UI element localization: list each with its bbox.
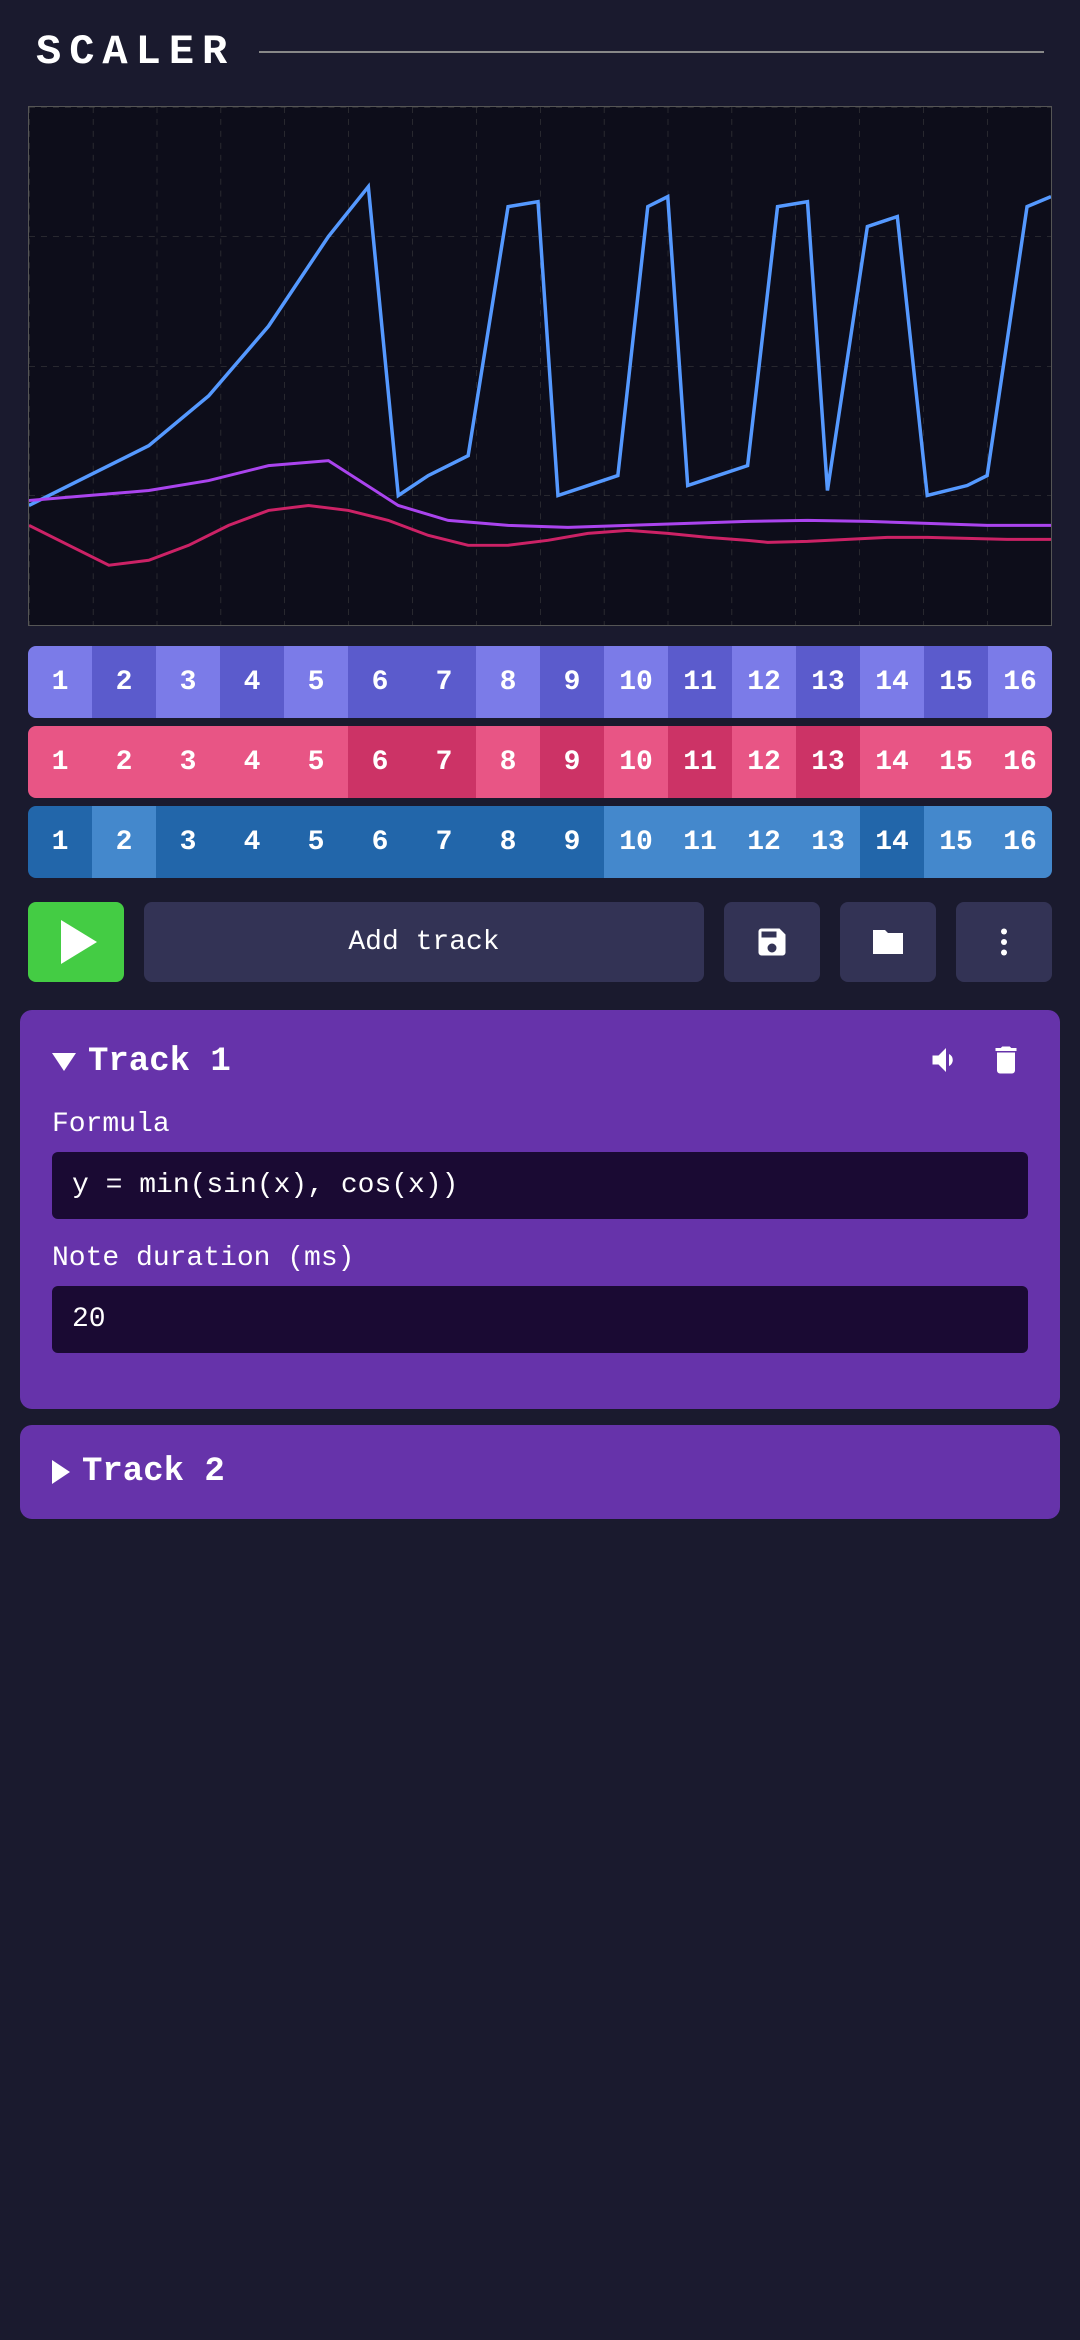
beat-r3-c2[interactable]: 2	[92, 806, 156, 878]
duration-label: Note duration (ms)	[52, 1243, 1028, 1274]
save-icon	[754, 924, 790, 960]
chart-area	[28, 106, 1052, 626]
beat-r3-c7[interactable]: 7	[412, 806, 476, 878]
beat-r1-c8[interactable]: 8	[476, 646, 540, 718]
beat-r3-c1[interactable]: 1	[28, 806, 92, 878]
beat-r3-c11[interactable]: 11	[668, 806, 732, 878]
track1-header-right	[924, 1038, 1028, 1085]
controls-row: Add track	[0, 902, 1080, 982]
beat-r2-c16[interactable]: 16	[988, 726, 1052, 798]
track2-header[interactable]: Track 2	[52, 1453, 1028, 1491]
beat-r2-c13[interactable]: 13	[796, 726, 860, 798]
beat-r3-c5[interactable]: 5	[284, 806, 348, 878]
beat-r3-c16[interactable]: 16	[988, 806, 1052, 878]
formula-label: Formula	[52, 1109, 1028, 1140]
delete-icon	[988, 1042, 1024, 1078]
track1-header-left[interactable]: Track 1	[52, 1043, 231, 1081]
folder-button[interactable]	[840, 902, 936, 982]
beat-r1-c15[interactable]: 15	[924, 646, 988, 718]
beat-r1-c2[interactable]: 2	[92, 646, 156, 718]
track2-title: Track 2	[82, 1453, 225, 1491]
beat-r3-c6[interactable]: 6	[348, 806, 412, 878]
beat-r1-c10[interactable]: 10	[604, 646, 668, 718]
save-button[interactable]	[724, 902, 820, 982]
beat-r3-c10[interactable]: 10	[604, 806, 668, 878]
beat-row-1: 1 2 3 4 5 6 7 8 9 10 11 12 13 14 15 16	[28, 646, 1052, 718]
beat-r3-c15[interactable]: 15	[924, 806, 988, 878]
beat-r3-c8[interactable]: 8	[476, 806, 540, 878]
beat-r3-c3[interactable]: 3	[156, 806, 220, 878]
beat-r2-c15[interactable]: 15	[924, 726, 988, 798]
volume-icon	[928, 1042, 964, 1078]
beat-r2-c6[interactable]: 6	[348, 726, 412, 798]
play-icon	[61, 920, 97, 964]
beat-r1-c14[interactable]: 14	[860, 646, 924, 718]
beat-row-3: 1 2 3 4 5 6 7 8 9 10 11 12 13 14 15 16	[28, 806, 1052, 878]
beat-r2-c4[interactable]: 4	[220, 726, 284, 798]
beat-r2-c14[interactable]: 14	[860, 726, 924, 798]
beat-r1-c7[interactable]: 7	[412, 646, 476, 718]
track1-delete-button[interactable]	[984, 1038, 1028, 1085]
add-track-button[interactable]: Add track	[144, 902, 704, 982]
more-icon	[986, 924, 1022, 960]
beat-r2-c9[interactable]: 9	[540, 726, 604, 798]
track1-title: Track 1	[88, 1043, 231, 1081]
beat-r1-c11[interactable]: 11	[668, 646, 732, 718]
beat-r1-c13[interactable]: 13	[796, 646, 860, 718]
beat-r2-c3[interactable]: 3	[156, 726, 220, 798]
more-options-button[interactable]	[956, 902, 1052, 982]
beat-r2-c12[interactable]: 12	[732, 726, 796, 798]
beat-r2-c7[interactable]: 7	[412, 726, 476, 798]
track1-panel: Track 1 Formula Note duration (ms)	[20, 1010, 1060, 1409]
beat-rows-section: 1 2 3 4 5 6 7 8 9 10 11 12 13 14 15 16 1…	[0, 646, 1080, 878]
beat-r2-c8[interactable]: 8	[476, 726, 540, 798]
duration-input[interactable]	[52, 1286, 1028, 1353]
beat-r3-c9[interactable]: 9	[540, 806, 604, 878]
beat-r2-c11[interactable]: 11	[668, 726, 732, 798]
beat-r1-c5[interactable]: 5	[284, 646, 348, 718]
track1-chevron-down-icon	[52, 1053, 76, 1071]
beat-r1-c4[interactable]: 4	[220, 646, 284, 718]
track2-panel: Track 2	[20, 1425, 1060, 1519]
beat-r2-c10[interactable]: 10	[604, 726, 668, 798]
beat-r3-c14[interactable]: 14	[860, 806, 924, 878]
play-button[interactable]	[28, 902, 124, 982]
beat-row-2: 1 2 3 4 5 6 7 8 9 10 11 12 13 14 15 16	[28, 726, 1052, 798]
beat-r1-c9[interactable]: 9	[540, 646, 604, 718]
header: SCALER	[0, 0, 1080, 96]
beat-r1-c12[interactable]: 12	[732, 646, 796, 718]
header-divider	[259, 51, 1044, 53]
track2-chevron-right-icon	[52, 1460, 70, 1484]
chart-svg	[29, 107, 1051, 625]
beat-r3-c12[interactable]: 12	[732, 806, 796, 878]
formula-input[interactable]	[52, 1152, 1028, 1219]
beat-r1-c6[interactable]: 6	[348, 646, 412, 718]
beat-r3-c13[interactable]: 13	[796, 806, 860, 878]
beat-r2-c1[interactable]: 1	[28, 726, 92, 798]
beat-r1-c3[interactable]: 3	[156, 646, 220, 718]
beat-r1-c1[interactable]: 1	[28, 646, 92, 718]
beat-r2-c5[interactable]: 5	[284, 726, 348, 798]
app-title: SCALER	[36, 28, 235, 76]
beat-r3-c4[interactable]: 4	[220, 806, 284, 878]
track1-header: Track 1	[52, 1038, 1028, 1085]
beat-r2-c2[interactable]: 2	[92, 726, 156, 798]
beat-r1-c16[interactable]: 16	[988, 646, 1052, 718]
folder-icon	[870, 924, 906, 960]
track1-volume-button[interactable]	[924, 1038, 968, 1085]
